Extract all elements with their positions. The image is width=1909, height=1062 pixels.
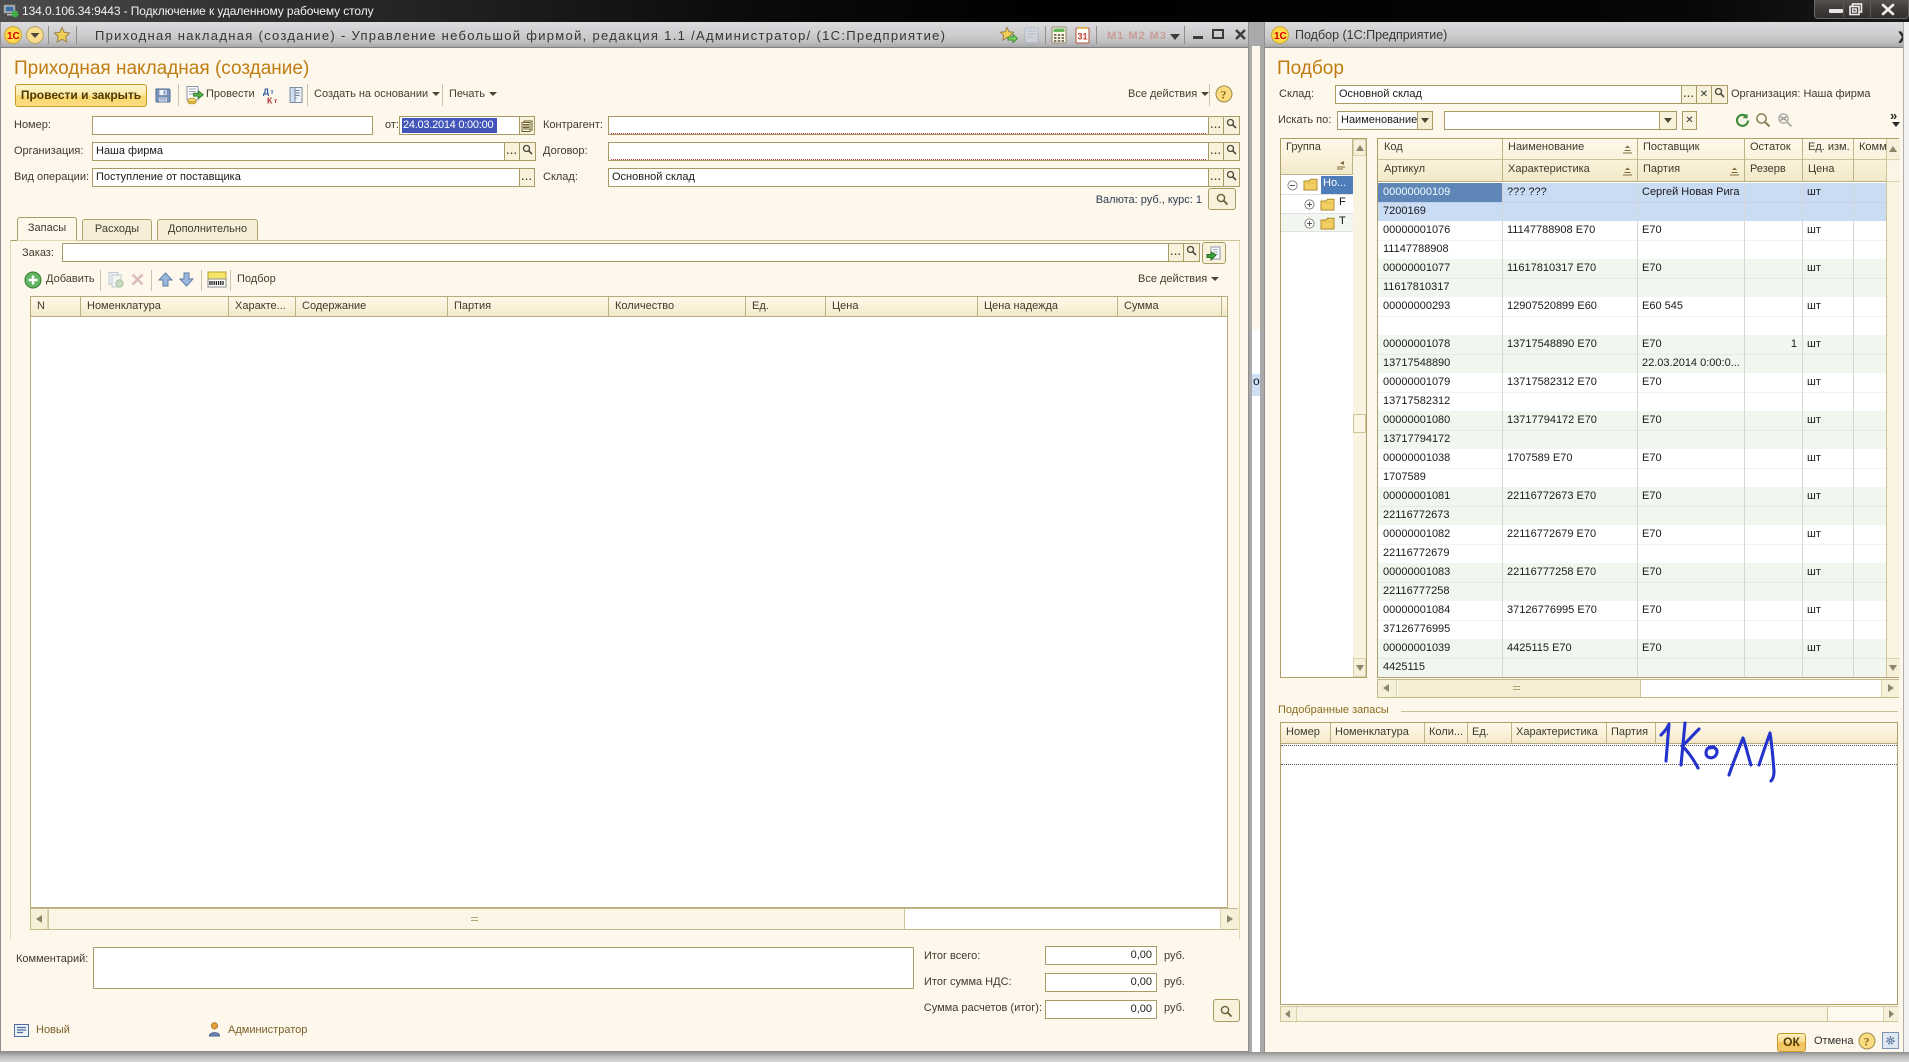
svg-text:1С: 1С — [1274, 31, 1287, 42]
svg-text:?: ? — [1864, 1035, 1870, 1049]
svg-text:1С: 1С — [7, 31, 20, 42]
svg-text:К: К — [267, 96, 273, 106]
svg-text:т: т — [274, 98, 277, 105]
svg-text:31: 31 — [1078, 32, 1088, 42]
svg-text:?: ? — [1221, 88, 1227, 102]
